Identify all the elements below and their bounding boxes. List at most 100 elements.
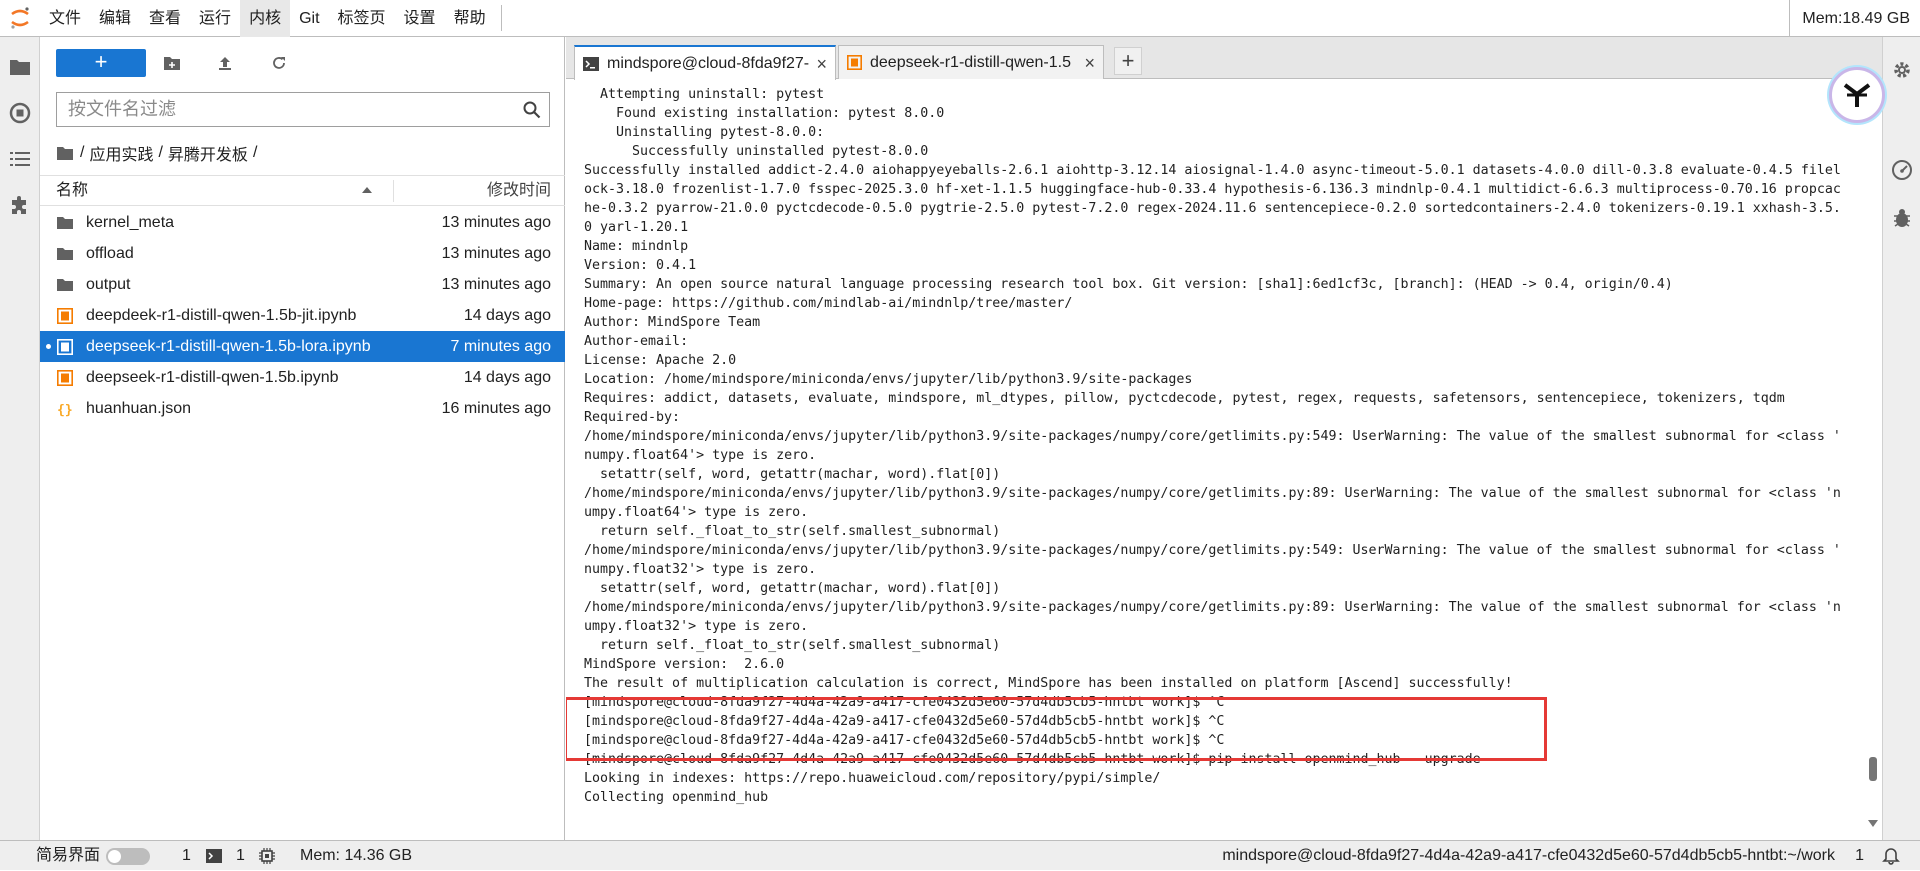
menu-items: 文件 编辑 查看 运行 内核 Git 标签页 设置 帮助 xyxy=(40,0,495,37)
terminal-line: numpy.float32'> type is zero. xyxy=(584,562,817,577)
sort-ascending-icon xyxy=(362,187,372,193)
terminal-status-icon[interactable] xyxy=(206,849,222,863)
file-modified-time: 13 minutes ago xyxy=(441,214,551,231)
kernel-chip-icon[interactable] xyxy=(259,848,275,864)
terminal-line: Summary: An open source natural language… xyxy=(584,277,1673,292)
status-bar: 简易界面 1 1 Mem: 14.36 GB mindspore@cloud-8… xyxy=(0,840,1920,870)
terminal-line: The result of multiplication calculation… xyxy=(584,676,1513,691)
extensions-icon[interactable] xyxy=(0,185,40,225)
terminal-line: Collecting openmind_hub xyxy=(584,790,769,805)
file-name: huanhuan.json xyxy=(86,400,191,417)
file-name: kernel_meta xyxy=(86,214,175,231)
terminal-line: Found existing installation: pytest 8.0.… xyxy=(584,106,945,121)
file-row[interactable]: kernel_meta 13 minutes ago xyxy=(40,207,565,238)
terminal-line: License: Apache 2.0 xyxy=(584,353,737,368)
new-launcher-button[interactable]: + xyxy=(56,49,146,77)
terminal-path: mindspore@cloud-8fda9f27-4d4a-42a9-a417-… xyxy=(1222,847,1835,864)
terminal-line: setattr(self, word, getattr(machar, word… xyxy=(584,581,1001,596)
file-row[interactable]: output 13 minutes ago xyxy=(40,269,565,300)
refresh-icon[interactable] xyxy=(265,49,293,77)
right-activity-bar xyxy=(1882,37,1920,840)
simple-mode-label: 简易界面 xyxy=(36,847,101,864)
terminal-lines: Attempting uninstall: pytest Found exist… xyxy=(584,85,1854,807)
file-name: output xyxy=(86,276,131,293)
file-list-header: 名称 修改时间 xyxy=(40,175,565,206)
file-name: deepseek-r1-distill-qwen-1.5b.ipynb xyxy=(86,369,339,386)
scroll-thumb[interactable] xyxy=(1869,757,1877,781)
debugger-bug-icon[interactable] xyxy=(1883,199,1920,237)
tab-terminal[interactable]: mindspore@cloud-8fda9f27- × xyxy=(574,45,836,80)
tab-label: deepseek-r1-distill-qwen-1.5 xyxy=(870,53,1071,71)
notification-bell-icon[interactable] xyxy=(1882,847,1900,865)
column-modified-header[interactable]: 修改时间 xyxy=(487,176,551,206)
terminal-line: umpy.float32'> type is zero. xyxy=(584,619,809,634)
breadcrumb-item-board[interactable]: 昇腾开发板 xyxy=(168,141,248,165)
terminal-line: [mindspore@cloud-8fda9f27-4d4a-42a9-a417… xyxy=(584,733,1225,748)
table-of-contents-icon[interactable] xyxy=(0,139,40,179)
terminal-line: Author: MindSpore Team xyxy=(584,315,761,330)
menu-item[interactable]: 编辑 xyxy=(90,0,140,37)
main-area: mindspore@cloud-8fda9f27- × deepseek-r1-… xyxy=(566,37,1882,840)
menu-item[interactable]: Git xyxy=(290,0,328,37)
resource-gauge-icon[interactable] xyxy=(1883,151,1920,189)
folder-icon[interactable] xyxy=(0,47,40,87)
menu-item[interactable]: 查看 xyxy=(140,0,190,37)
file-browser-toolbar: + xyxy=(40,37,565,87)
tab-notebook[interactable]: deepseek-r1-distill-qwen-1.5 × xyxy=(838,45,1104,79)
filter-input[interactable] xyxy=(57,93,517,126)
terminal-line: umpy.float64'> type is zero. xyxy=(584,505,809,520)
menu-item[interactable]: 运行 xyxy=(190,0,240,37)
file-row[interactable]: {} huanhuan.json 16 minutes ago xyxy=(40,393,565,424)
column-name-header[interactable]: 名称 xyxy=(56,176,88,206)
menu-item[interactable]: 帮助 xyxy=(445,0,495,37)
terminal-line: Location: /home/mindspore/miniconda/envs… xyxy=(584,372,1193,387)
terminal-line: Required-by: xyxy=(584,410,681,425)
terminal-line: Successfully uninstalled pytest-8.0.0 xyxy=(584,144,929,159)
terminal-line: Home-page: https://github.com/mindlab-ai… xyxy=(584,296,1073,311)
file-list: kernel_meta 13 minutes ago offload 13 minut… xyxy=(40,207,565,424)
tab-bar: mindspore@cloud-8fda9f27- × deepseek-r1-… xyxy=(566,37,1882,80)
terminal-scrollbar[interactable] xyxy=(1866,80,1880,840)
terminal-line: setattr(self, word, getattr(machar, word… xyxy=(584,467,1001,482)
running-sessions-icon[interactable] xyxy=(0,93,40,133)
terminal-line: Requires: addict, datasets, evaluate, mi… xyxy=(584,391,1785,406)
simple-mode-toggle[interactable] xyxy=(106,848,150,865)
file-row[interactable]: deepseek-r1-distill-qwen-1.5b.ipynb 14 da… xyxy=(40,362,565,393)
notebook-icon xyxy=(57,339,73,355)
folder-icon xyxy=(57,217,73,229)
terminal-line: Attempting uninstall: pytest xyxy=(584,87,825,102)
jupyter-logo-icon[interactable] xyxy=(0,0,40,37)
upload-icon[interactable] xyxy=(211,49,239,77)
menu-item[interactable]: 文件 xyxy=(40,0,90,37)
terminal-line: Author-email: xyxy=(584,334,689,349)
terminal-line: Successfully installed addict-2.4.0 aioh… xyxy=(584,163,1841,178)
property-inspector-gear-icon[interactable] xyxy=(1883,51,1920,89)
menu-item[interactable]: 内核 xyxy=(240,0,291,37)
new-folder-icon[interactable] xyxy=(158,49,186,77)
breadcrumb-sep: / xyxy=(80,144,85,161)
file-row[interactable]: offload 13 minutes ago xyxy=(40,238,565,269)
file-row[interactable]: deepseek-r1-distill-qwen-1.5b-lora.ipynb… xyxy=(40,331,565,362)
terminal-line: /home/mindspore/miniconda/envs/jupyter/l… xyxy=(584,486,1841,501)
new-tab-button[interactable]: + xyxy=(1114,47,1142,75)
terminal-output[interactable]: Attempting uninstall: pytest Found exist… xyxy=(566,80,1866,840)
home-folder-icon[interactable] xyxy=(56,146,74,161)
terminal-line: Name: mindnlp xyxy=(584,239,689,254)
file-modified-time: 16 minutes ago xyxy=(441,400,551,417)
terminal-icon xyxy=(583,56,599,71)
file-name: deepdeek-r1-distill-qwen-1.5b-jit.ipynb xyxy=(86,307,357,324)
file-modified-time: 14 days ago xyxy=(463,369,551,386)
tab-label: mindspore@cloud-8fda9f27- xyxy=(607,54,810,72)
breadcrumb-item-apps[interactable]: 应用实践 xyxy=(89,141,153,165)
assistant-avatar-icon[interactable] xyxy=(1829,67,1885,123)
file-modified-time: 13 minutes ago xyxy=(441,276,551,293)
menu-item[interactable]: 设置 xyxy=(395,0,445,37)
close-icon[interactable]: × xyxy=(816,54,827,75)
menu-bar: 文件 编辑 查看 运行 内核 Git 标签页 设置 帮助 Mem:18.49 GB xyxy=(0,0,1920,37)
scroll-down-icon[interactable] xyxy=(1868,820,1878,827)
menu-item[interactable]: 标签页 xyxy=(329,0,395,37)
file-filter xyxy=(56,92,550,127)
running-indicator xyxy=(46,344,51,349)
file-row[interactable]: deepdeek-r1-distill-qwen-1.5b-jit.ipynb 1… xyxy=(40,300,565,331)
close-icon[interactable]: × xyxy=(1084,53,1095,74)
